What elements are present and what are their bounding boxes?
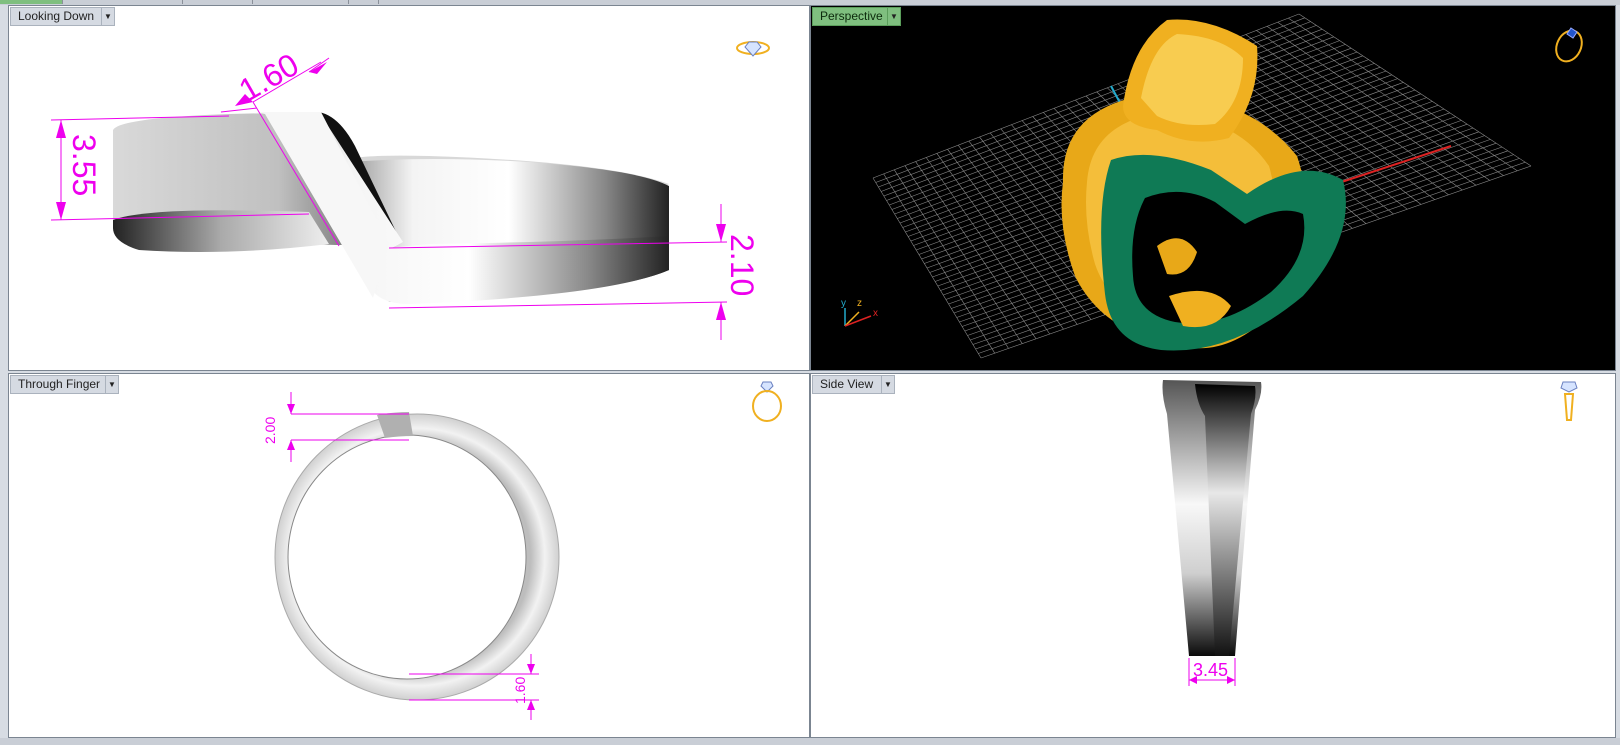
viewport-label[interactable]: Perspective (812, 7, 892, 26)
dimension-label-3-55: 3.55 (66, 134, 102, 196)
axis-label-y: y (841, 298, 846, 309)
viewport-label[interactable]: Side View (812, 375, 883, 394)
dimension-label-1-60: 1.60 (512, 677, 528, 704)
view-tab-3[interactable] (182, 0, 253, 4)
viewport-through-finger[interactable]: Through Finger ▼ 2.00 1.60 (8, 373, 810, 738)
dimension-label-3-45: 3.45 (1193, 660, 1228, 680)
view-tab-2[interactable] (62, 0, 183, 4)
viewport-menu-dropdown[interactable]: ▼ (887, 7, 901, 26)
ring-side-view-model (1162, 380, 1262, 656)
ring-top-view-icon[interactable] (736, 41, 770, 57)
ring-front-view-model (274, 412, 560, 701)
viewport-label[interactable]: Looking Down (10, 7, 104, 26)
ring-looking-down-model (113, 112, 669, 304)
ring-front-view-icon[interactable] (752, 381, 782, 422)
viewport-perspective[interactable]: Perspective ▼ y z x (810, 5, 1616, 371)
view-tab-1[interactable] (0, 0, 63, 4)
ring-perspective-model (1061, 19, 1346, 351)
viewport-side-view[interactable]: Side View ▼ 3.45 (810, 373, 1616, 738)
status-bar (0, 738, 1620, 745)
dimension-label-2-00: 2.00 (262, 417, 278, 444)
axis-label-z: z (857, 298, 862, 309)
ring-side-view-icon[interactable] (1560, 381, 1578, 421)
viewport-looking-down[interactable]: Looking Down ▼ 1.60 3.55 2.10 (8, 5, 810, 371)
viewport-menu-dropdown[interactable]: ▼ (101, 7, 115, 26)
ring-perspective-icon[interactable] (1551, 26, 1586, 65)
axis-gizmo: y z x (841, 298, 878, 327)
dimension-label-2-10: 2.10 (724, 234, 760, 296)
viewport-label[interactable]: Through Finger (10, 375, 110, 394)
view-tab-4[interactable] (252, 0, 349, 4)
viewport-menu-dropdown[interactable]: ▼ (105, 375, 119, 394)
viewport-menu-dropdown[interactable]: ▼ (881, 375, 895, 394)
view-tab-5[interactable] (348, 0, 379, 4)
axis-label-x: x (873, 308, 878, 319)
